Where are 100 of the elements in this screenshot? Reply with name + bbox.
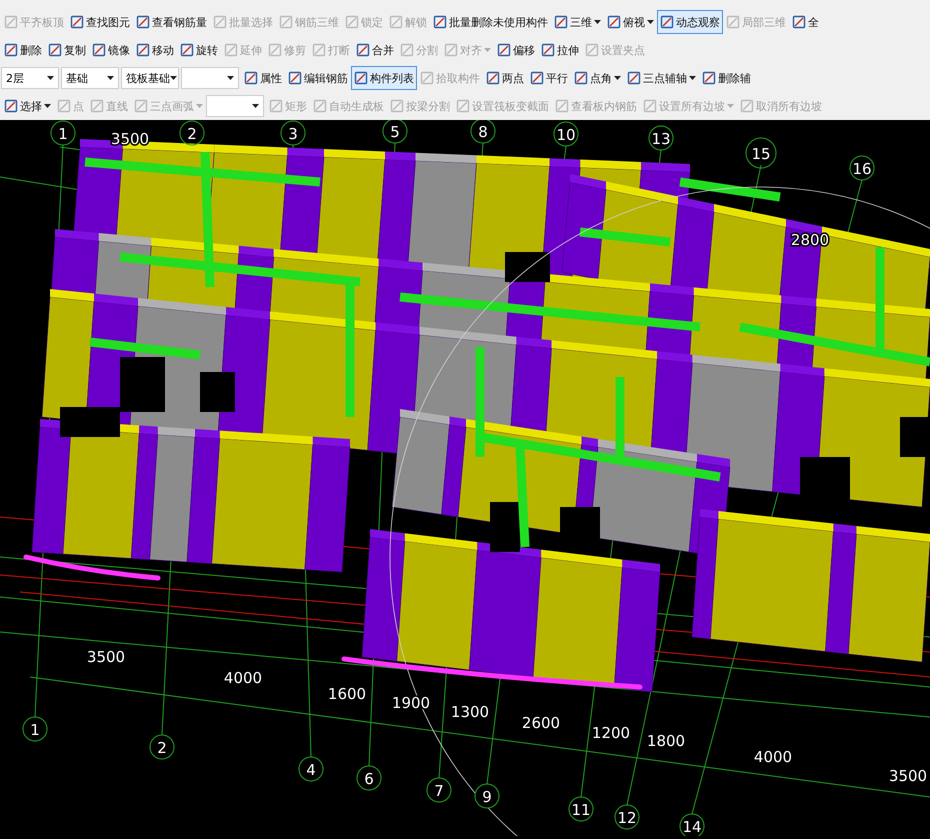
axis-number: 4	[306, 761, 316, 779]
axis-number: 6	[364, 770, 374, 788]
dimension-label: 4000	[224, 669, 262, 687]
tool-icon	[726, 15, 740, 29]
tool-icon	[541, 43, 555, 57]
axis-number: 5	[390, 123, 400, 141]
tool-icon	[607, 15, 621, 29]
axis-number: 12	[617, 809, 637, 827]
toolbar-button[interactable]: 复制	[45, 38, 89, 62]
axis-number: 10	[556, 126, 576, 144]
toolbar-button[interactable]: 选择	[1, 94, 54, 118]
tool-icon	[585, 43, 599, 57]
tool-icon	[389, 15, 403, 29]
toolbar-button[interactable]: 两点	[483, 66, 527, 90]
toolbar-button[interactable]: 三点辅轴	[624, 66, 699, 90]
dimension-label: 1800	[646, 732, 686, 750]
axis-number: 2	[187, 125, 197, 143]
caret-icon	[196, 104, 203, 108]
dropdown-select[interactable]: 基础	[61, 67, 119, 89]
tool-icon	[792, 15, 806, 29]
toolbar-button[interactable]: 俯视	[604, 10, 657, 34]
tool-icon	[279, 15, 293, 29]
toolbar-button[interactable]: 移动	[133, 38, 177, 62]
axis-number: 9	[482, 788, 492, 806]
caret-icon	[107, 76, 114, 80]
dropdown-select[interactable]	[206, 95, 264, 117]
dropdown-select[interactable]: 2层	[1, 67, 59, 89]
tool-icon	[530, 71, 544, 85]
tool-icon	[400, 43, 414, 57]
tool-icon	[740, 99, 754, 113]
dropdown-select[interactable]: 筏板基础	[121, 67, 179, 89]
toolbar-button[interactable]: 合并	[353, 38, 397, 62]
tool-icon	[90, 99, 104, 113]
toolbar-button[interactable]: 删除	[1, 38, 45, 62]
tool-icon	[433, 15, 447, 29]
axis-number: 1	[30, 721, 40, 739]
toolbar-button[interactable]: 构件列表	[351, 66, 417, 90]
toolbar-button[interactable]: 平行	[527, 66, 571, 90]
tool-icon	[313, 99, 327, 113]
toolbar-button[interactable]: 拉伸	[538, 38, 582, 62]
axis-number: 11	[571, 801, 591, 819]
tool-icon	[356, 43, 370, 57]
tool-icon	[4, 15, 18, 29]
tool-icon	[660, 15, 674, 29]
toolbar-button[interactable]: 属性	[241, 66, 285, 90]
axis-number: 2	[157, 739, 167, 757]
toolbar-button[interactable]: 动态观察	[657, 10, 723, 34]
axis-number: 7	[434, 782, 444, 800]
caret-icon	[227, 76, 234, 80]
tool-icon	[136, 43, 150, 57]
tool-icon	[312, 43, 326, 57]
tool-icon	[574, 71, 588, 85]
tool-icon	[288, 71, 302, 85]
dimension-label: 4000	[754, 748, 792, 766]
axis-number: 13	[651, 130, 671, 148]
caret-icon	[44, 104, 51, 108]
tool-icon	[444, 43, 458, 57]
axis-number: 16	[852, 160, 872, 178]
dropdown-select[interactable]	[181, 67, 239, 89]
toolbar-button[interactable]: 删除辅	[699, 66, 754, 90]
toolbar-button[interactable]: 全	[789, 10, 822, 34]
dimension-label: 3500	[888, 767, 928, 785]
tool-icon	[213, 15, 227, 29]
dimension-label: 3500	[86, 648, 126, 666]
tool-icon	[555, 99, 569, 113]
toolbar-button[interactable]: 查看钢筋量	[133, 10, 210, 34]
tool-icon	[456, 99, 470, 113]
toolbar-button[interactable]: 点角	[571, 66, 624, 90]
tool-icon	[554, 15, 568, 29]
tool-icon	[268, 43, 282, 57]
caret-icon	[170, 76, 177, 80]
tool-icon	[702, 71, 716, 85]
toolbar-button[interactable]: 三维	[551, 10, 604, 34]
tool-icon	[643, 99, 657, 113]
tool-icon	[627, 71, 641, 85]
toolbar-button[interactable]: 编辑钢筋	[285, 66, 351, 90]
caret-icon	[594, 20, 601, 24]
tool-icon	[224, 43, 238, 57]
toolbar-button[interactable]: 查找图元	[67, 10, 133, 34]
tool-icon	[70, 15, 84, 29]
caret-icon	[647, 20, 654, 24]
dimension-label: 1200	[592, 724, 630, 742]
toolbar-button[interactable]: 镜像	[89, 38, 133, 62]
toolbar-button[interactable]: 旋转	[177, 38, 221, 62]
caret-icon	[614, 76, 621, 80]
tool-icon	[244, 71, 258, 85]
tool-icon	[486, 71, 500, 85]
toolbar-button[interactable]: 偏移	[494, 38, 538, 62]
axis-number: 1	[58, 125, 68, 143]
toolbar-button[interactable]: 批量删除未使用构件	[430, 10, 551, 34]
dimension-label: 1300	[450, 703, 490, 721]
caret-icon	[252, 104, 259, 108]
caret-icon	[727, 104, 734, 108]
tool-icon	[180, 43, 194, 57]
tool-icon	[354, 71, 368, 85]
tool-icon	[48, 43, 62, 57]
axis-number: 15	[751, 145, 771, 163]
tool-icon	[497, 43, 511, 57]
tool-icon	[136, 15, 150, 29]
tool-icon	[57, 99, 71, 113]
